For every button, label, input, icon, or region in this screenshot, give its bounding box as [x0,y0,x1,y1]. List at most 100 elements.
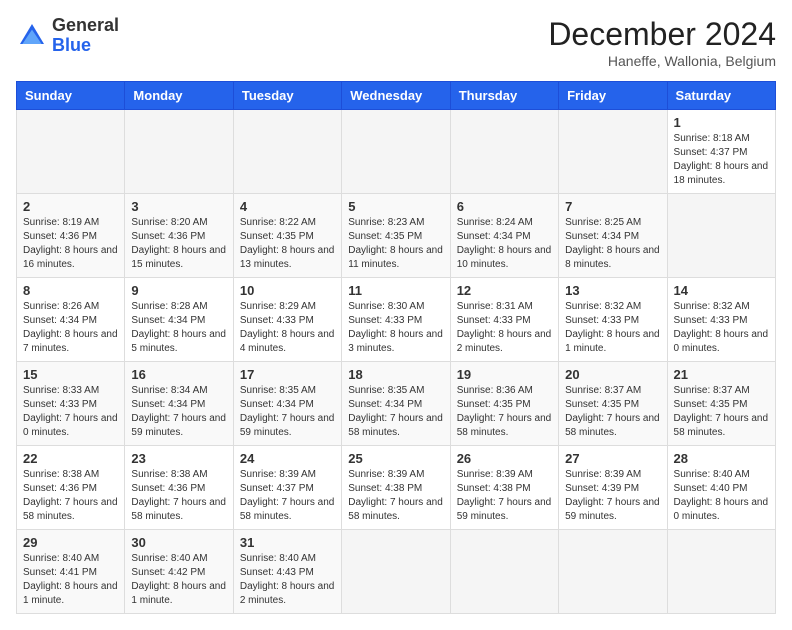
daylight-label: Daylight: 7 hours and 59 minutes. [131,413,226,438]
calendar-cell: 4 Sunrise: 8:22 AM Sunset: 4:35 PM Dayli… [233,194,341,278]
day-header-monday: Monday [125,82,233,110]
page-header: General Blue December 2024 Haneffe, Wall… [16,16,776,69]
day-number: 20 [565,367,660,382]
day-number: 18 [348,367,443,382]
day-info: Sunrise: 8:30 AM Sunset: 4:33 PM Dayligh… [348,300,443,356]
day-info: Sunrise: 8:37 AM Sunset: 4:35 PM Dayligh… [565,384,660,440]
sunset-label: Sunset: 4:35 PM [457,399,531,410]
day-info: Sunrise: 8:20 AM Sunset: 4:36 PM Dayligh… [131,216,226,272]
calendar-cell [342,530,450,614]
day-number: 28 [674,451,769,466]
month-title: December 2024 [548,16,776,53]
day-info: Sunrise: 8:39 AM Sunset: 4:38 PM Dayligh… [348,468,443,524]
calendar-cell [559,110,667,194]
sunrise-label: Sunrise: 8:30 AM [348,301,424,312]
calendar-cell [125,110,233,194]
day-number: 11 [348,283,443,298]
daylight-label: Daylight: 8 hours and 11 minutes. [348,245,443,270]
sunset-label: Sunset: 4:36 PM [131,231,205,242]
day-number: 21 [674,367,769,382]
day-number: 23 [131,451,226,466]
daylight-label: Daylight: 7 hours and 58 minutes. [23,497,118,522]
sunrise-label: Sunrise: 8:39 AM [457,469,533,480]
day-header-thursday: Thursday [450,82,558,110]
calendar-cell: 19 Sunrise: 8:36 AM Sunset: 4:35 PM Dayl… [450,362,558,446]
day-info: Sunrise: 8:18 AM Sunset: 4:37 PM Dayligh… [674,132,769,188]
calendar-week-6: 29 Sunrise: 8:40 AM Sunset: 4:41 PM Dayl… [17,530,776,614]
calendar-week-2: 2 Sunrise: 8:19 AM Sunset: 4:36 PM Dayli… [17,194,776,278]
sunrise-label: Sunrise: 8:19 AM [23,217,99,228]
calendar-cell: 5 Sunrise: 8:23 AM Sunset: 4:35 PM Dayli… [342,194,450,278]
daylight-label: Daylight: 8 hours and 5 minutes. [131,329,226,354]
daylight-label: Daylight: 8 hours and 3 minutes. [348,329,443,354]
daylight-label: Daylight: 7 hours and 58 minutes. [457,413,552,438]
day-number: 27 [565,451,660,466]
sunrise-label: Sunrise: 8:40 AM [240,553,316,564]
calendar-week-1: 1 Sunrise: 8:18 AM Sunset: 4:37 PM Dayli… [17,110,776,194]
calendar-body: 1 Sunrise: 8:18 AM Sunset: 4:37 PM Dayli… [17,110,776,614]
calendar-cell: 10 Sunrise: 8:29 AM Sunset: 4:33 PM Dayl… [233,278,341,362]
sunrise-label: Sunrise: 8:38 AM [23,469,99,480]
sunset-label: Sunset: 4:33 PM [348,315,422,326]
day-info: Sunrise: 8:29 AM Sunset: 4:33 PM Dayligh… [240,300,335,356]
daylight-label: Daylight: 7 hours and 59 minutes. [457,497,552,522]
calendar-cell: 26 Sunrise: 8:39 AM Sunset: 4:38 PM Dayl… [450,446,558,530]
calendar-cell: 13 Sunrise: 8:32 AM Sunset: 4:33 PM Dayl… [559,278,667,362]
day-header-friday: Friday [559,82,667,110]
sunset-label: Sunset: 4:40 PM [674,483,748,494]
calendar-cell: 7 Sunrise: 8:25 AM Sunset: 4:34 PM Dayli… [559,194,667,278]
sunrise-label: Sunrise: 8:39 AM [565,469,641,480]
daylight-label: Daylight: 8 hours and 8 minutes. [565,245,660,270]
calendar-cell: 3 Sunrise: 8:20 AM Sunset: 4:36 PM Dayli… [125,194,233,278]
day-info: Sunrise: 8:25 AM Sunset: 4:34 PM Dayligh… [565,216,660,272]
day-number: 10 [240,283,335,298]
day-info: Sunrise: 8:35 AM Sunset: 4:34 PM Dayligh… [348,384,443,440]
calendar-cell [559,530,667,614]
calendar-cell: 6 Sunrise: 8:24 AM Sunset: 4:34 PM Dayli… [450,194,558,278]
sunset-label: Sunset: 4:34 PM [131,399,205,410]
sunrise-label: Sunrise: 8:28 AM [131,301,207,312]
daylight-label: Daylight: 8 hours and 2 minutes. [457,329,552,354]
sunrise-label: Sunrise: 8:35 AM [240,385,316,396]
day-info: Sunrise: 8:40 AM Sunset: 4:42 PM Dayligh… [131,552,226,608]
sunset-label: Sunset: 4:37 PM [240,483,314,494]
calendar-cell [667,530,775,614]
sunset-label: Sunset: 4:35 PM [240,231,314,242]
daylight-label: Daylight: 8 hours and 10 minutes. [457,245,552,270]
day-info: Sunrise: 8:34 AM Sunset: 4:34 PM Dayligh… [131,384,226,440]
day-info: Sunrise: 8:31 AM Sunset: 4:33 PM Dayligh… [457,300,552,356]
daylight-label: Daylight: 8 hours and 0 minutes. [674,329,769,354]
sunrise-label: Sunrise: 8:24 AM [457,217,533,228]
day-info: Sunrise: 8:40 AM Sunset: 4:40 PM Dayligh… [674,468,769,524]
day-info: Sunrise: 8:39 AM Sunset: 4:37 PM Dayligh… [240,468,335,524]
day-info: Sunrise: 8:37 AM Sunset: 4:35 PM Dayligh… [674,384,769,440]
calendar-cell: 28 Sunrise: 8:40 AM Sunset: 4:40 PM Dayl… [667,446,775,530]
calendar-cell [342,110,450,194]
day-header-sunday: Sunday [17,82,125,110]
day-number: 13 [565,283,660,298]
sunset-label: Sunset: 4:35 PM [674,399,748,410]
calendar-cell [450,110,558,194]
calendar-cell: 16 Sunrise: 8:34 AM Sunset: 4:34 PM Dayl… [125,362,233,446]
daylight-label: Daylight: 7 hours and 58 minutes. [348,497,443,522]
sunset-label: Sunset: 4:43 PM [240,567,314,578]
calendar-week-4: 15 Sunrise: 8:33 AM Sunset: 4:33 PM Dayl… [17,362,776,446]
day-info: Sunrise: 8:36 AM Sunset: 4:35 PM Dayligh… [457,384,552,440]
daylight-label: Daylight: 8 hours and 4 minutes. [240,329,335,354]
title-block: December 2024 Haneffe, Wallonia, Belgium [548,16,776,69]
sunrise-label: Sunrise: 8:31 AM [457,301,533,312]
sunset-label: Sunset: 4:34 PM [565,231,639,242]
daylight-label: Daylight: 7 hours and 58 minutes. [565,413,660,438]
day-number: 25 [348,451,443,466]
sunrise-label: Sunrise: 8:34 AM [131,385,207,396]
calendar-cell: 11 Sunrise: 8:30 AM Sunset: 4:33 PM Dayl… [342,278,450,362]
day-number: 12 [457,283,552,298]
daylight-label: Daylight: 7 hours and 58 minutes. [131,497,226,522]
calendar-cell: 22 Sunrise: 8:38 AM Sunset: 4:36 PM Dayl… [17,446,125,530]
day-number: 1 [674,115,769,130]
sunrise-label: Sunrise: 8:38 AM [131,469,207,480]
calendar-cell: 23 Sunrise: 8:38 AM Sunset: 4:36 PM Dayl… [125,446,233,530]
calendar-cell: 31 Sunrise: 8:40 AM Sunset: 4:43 PM Dayl… [233,530,341,614]
calendar-cell: 1 Sunrise: 8:18 AM Sunset: 4:37 PM Dayli… [667,110,775,194]
logo-general-text: General [52,15,119,35]
